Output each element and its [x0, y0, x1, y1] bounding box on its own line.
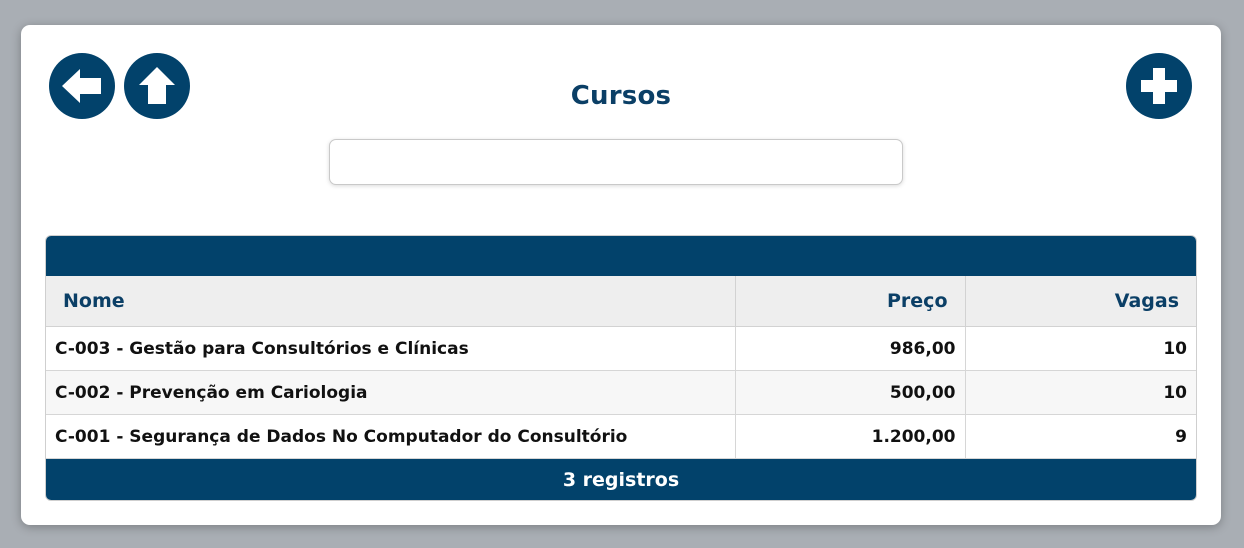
courses-table: Nome Preço Vagas C-003 - Gestão para Con…: [46, 276, 1196, 459]
grid-toolbar: [46, 236, 1196, 276]
add-button[interactable]: [1126, 53, 1192, 119]
column-header-vagas[interactable]: Vagas: [964, 276, 1196, 327]
column-header-preco[interactable]: Preço: [734, 276, 965, 327]
table-row[interactable]: C-003 - Gestão para Consultórios e Clíni…: [46, 326, 1196, 371]
page-title: Cursos: [570, 81, 672, 111]
cell-nome: C-002 - Prevenção em Cariologia: [46, 370, 735, 415]
cell-nome: C-001 - Segurança de Dados No Computador…: [46, 414, 735, 459]
cell-preco: 1.200,00: [734, 414, 965, 459]
table-row[interactable]: C-001 - Segurança de Dados No Computador…: [46, 414, 1196, 459]
courses-grid: Nome Preço Vagas C-003 - Gestão para Con…: [45, 235, 1197, 501]
cell-preco: 500,00: [734, 370, 965, 415]
cell-nome: C-003 - Gestão para Consultórios e Clíni…: [46, 326, 735, 371]
table-header-row: Nome Preço Vagas: [46, 276, 1196, 327]
plus-icon: [1141, 68, 1177, 104]
cell-vagas: 9: [964, 414, 1196, 459]
record-count: 3 registros: [46, 459, 1196, 500]
column-header-nome[interactable]: Nome: [46, 276, 735, 327]
search-input[interactable]: [329, 139, 903, 185]
cell-vagas: 10: [964, 326, 1196, 371]
table-row[interactable]: C-002 - Prevenção em Cariologia 500,00 1…: [46, 370, 1196, 415]
cell-preco: 986,00: [734, 326, 965, 371]
cell-vagas: 10: [964, 370, 1196, 415]
main-card: Cursos Nome Preço Vagas C-003 - Gestão p…: [21, 25, 1221, 525]
